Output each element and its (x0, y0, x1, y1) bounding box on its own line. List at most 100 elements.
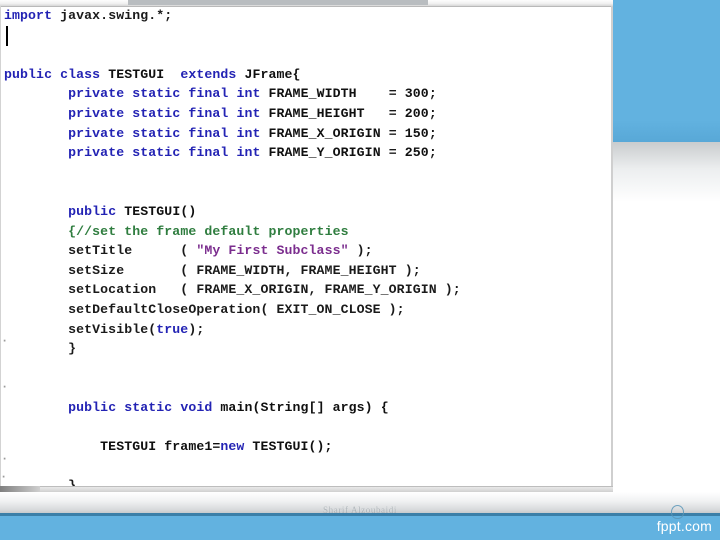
code-token: setVisible( (4, 321, 157, 337)
code-token: import (4, 8, 53, 23)
code-token: setSize ( FRAME_WIDTH, FRAME_HEIGHT ); (4, 262, 421, 278)
code-line: private static final int FRAME_HEIGHT = … (0, 104, 611, 124)
fppt-logo-icon (671, 505, 684, 519)
code-line: import javax.swing.*; (0, 6, 611, 26)
code-line: setTitle ( "My First Subclass" ); (0, 241, 611, 261)
code-token: static (124, 399, 173, 415)
code-token: setLocation ( FRAME_X_ORIGIN, FRAME_Y_OR… (4, 282, 461, 298)
code-token: FRAME_X_ORIGIN (268, 125, 381, 141)
code-token: 150 (404, 125, 429, 141)
code-token: = (364, 105, 405, 121)
scan-artifact-mark: · (1, 452, 9, 466)
code-token: ); (188, 321, 205, 337)
editor-right-border (611, 6, 613, 486)
code-token: FRAME_HEIGHT (268, 105, 365, 121)
code-token: TESTGUI() (124, 203, 197, 219)
code-token: = (380, 145, 405, 161)
code-token: setDefaultCloseOperation( EXIT_ON_CLOSE … (4, 301, 405, 317)
code-line: } (0, 339, 611, 359)
code-token: } (4, 341, 77, 357)
code-line: public class TESTGUI extends JFrame{ (0, 65, 611, 85)
code-token: TESTGUI frame1= (4, 439, 221, 455)
code-token: static (132, 86, 181, 102)
code-token: static (132, 105, 181, 121)
code-token: int (236, 86, 261, 102)
java-source-code-screenshot: import javax.swing.*; public class TESTG… (0, 0, 613, 492)
code-token: new (220, 439, 245, 455)
code-token: private (68, 125, 125, 141)
code-token: "My First Subclass" (196, 243, 349, 259)
code-line: public TESTGUI() (0, 202, 611, 222)
code-line: private static final int FRAME_Y_ORIGIN … (0, 143, 611, 163)
code-token: static (132, 125, 181, 141)
code-token: final (188, 125, 229, 141)
code-line: setDefaultCloseOperation( EXIT_ON_CLOSE … (0, 300, 611, 320)
code-text-area[interactable]: import javax.swing.*; public class TESTG… (0, 6, 611, 492)
code-token: private (68, 145, 125, 161)
code-token: final (188, 105, 229, 121)
code-line: setLocation ( FRAME_X_ORIGIN, FRAME_Y_OR… (0, 280, 611, 300)
text-caret (6, 26, 8, 46)
code-token: int (236, 125, 261, 141)
code-line: TESTGUI frame1=new TESTGUI(); (0, 437, 611, 457)
code-token: = (380, 125, 405, 141)
scan-artifact-mark: · (1, 380, 9, 394)
presentation-slide: import javax.swing.*; public class TESTG… (0, 0, 720, 540)
code-token: private (68, 105, 125, 121)
code-token: final (188, 145, 229, 161)
code-line: public static void main(String[] args) { (0, 398, 611, 418)
footer-band (0, 516, 720, 540)
code-token: extends (180, 66, 237, 82)
scan-artifact-mark: · (1, 334, 9, 348)
editor-top-border-segment (128, 0, 428, 5)
code-token: setTitle ( (4, 243, 197, 259)
code-token: class (60, 66, 101, 82)
code-token: JFrame{ (244, 66, 301, 82)
code-token: TESTGUI(); (244, 439, 333, 455)
code-token: 300 (404, 86, 429, 102)
code-token: public (68, 399, 117, 415)
code-token: main(String[] args) { (220, 399, 389, 415)
code-token: 250 (404, 145, 429, 161)
code-token: ; (428, 86, 437, 102)
code-token: 200 (404, 105, 429, 121)
code-line: private static final int FRAME_X_ORIGIN … (0, 124, 611, 144)
scan-artifact-mark: · (0, 470, 8, 484)
code-token: void (180, 399, 213, 415)
code-token: ; (428, 125, 437, 141)
code-line: private static final int FRAME_WIDTH = 3… (0, 84, 611, 104)
accent-panel-shading (612, 120, 720, 142)
code-token: TESTGUI (108, 66, 165, 82)
code-token: FRAME_WIDTH (268, 86, 357, 102)
code-token: public (68, 203, 117, 219)
code-token: {//set the frame default properties (68, 223, 349, 239)
code-line: setVisible(true); (0, 320, 611, 340)
accent-panel-fade (612, 142, 720, 202)
code-token: public (4, 66, 53, 82)
code-token: int (236, 105, 261, 121)
code-token: static (132, 145, 181, 161)
code-token: true (156, 321, 189, 337)
code-token: final (188, 86, 229, 102)
code-token: ; (428, 105, 437, 121)
